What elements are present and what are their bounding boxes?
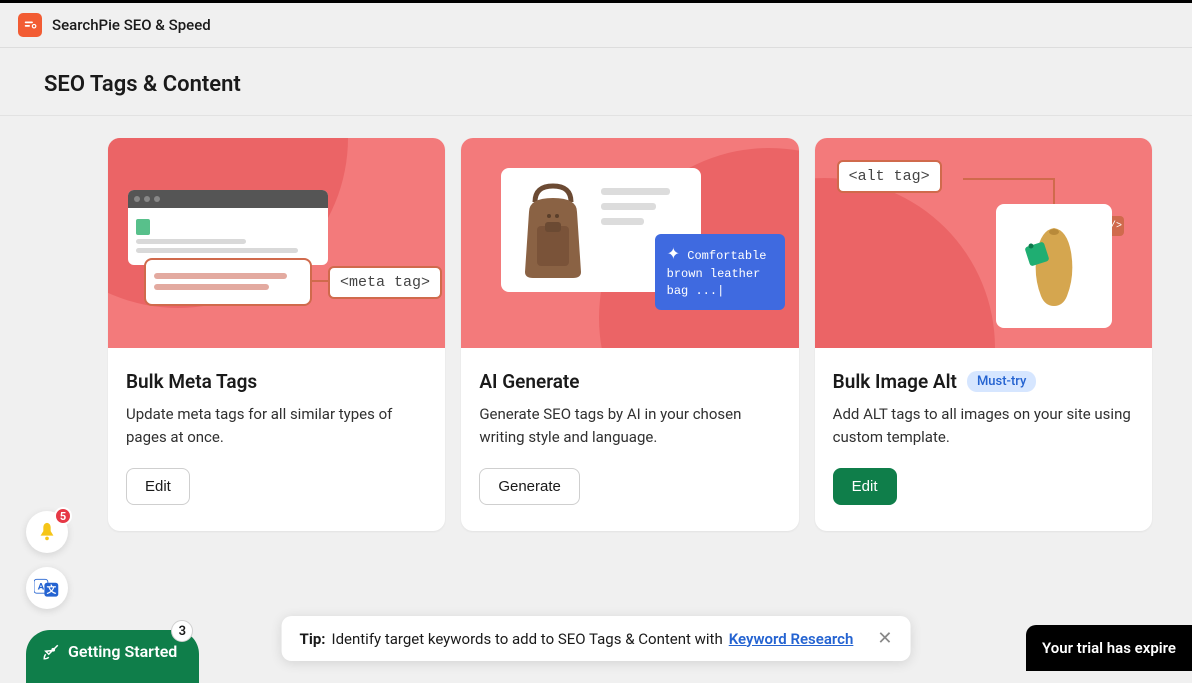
- card-illustration: <meta tag>: [108, 138, 445, 348]
- app-header: SearchPie SEO & Speed: [0, 3, 1192, 48]
- notification-count: 5: [54, 507, 72, 525]
- notification-button[interactable]: 5: [26, 511, 68, 553]
- ai-bubble: ✦ Comfortable brown leather bag ...|: [655, 234, 785, 310]
- app-name: SearchPie SEO & Speed: [52, 16, 211, 34]
- alt-tag-label: <alt tag>: [837, 160, 942, 193]
- close-icon[interactable]: ✕: [877, 628, 892, 649]
- svg-text:A: A: [38, 582, 45, 593]
- product-thumbnail: [996, 204, 1112, 328]
- edit-button[interactable]: Edit: [126, 468, 190, 505]
- trial-expired-banner[interactable]: Your trial has expire: [1026, 625, 1192, 671]
- edit-button[interactable]: Edit: [833, 468, 897, 505]
- card-illustration: <alt tag> </>: [815, 138, 1152, 348]
- card-desc: Update meta tags for all similar types o…: [126, 403, 427, 448]
- getting-started-count: 3: [171, 620, 193, 642]
- must-try-badge: Must-try: [967, 371, 1036, 392]
- tip-bar: Tip: Identify target keywords to add to …: [282, 616, 911, 661]
- sparkle-icon: ✦: [667, 246, 680, 264]
- card-ai-generate: ✦ Comfortable brown leather bag ...| AI …: [461, 138, 798, 531]
- card-bulk-meta-tags: <meta tag> Bulk Meta Tags Update meta ta…: [108, 138, 445, 531]
- translate-icon: A 文: [34, 577, 60, 599]
- rocket-icon: [42, 643, 60, 661]
- card-illustration: ✦ Comfortable brown leather bag ...|: [461, 138, 798, 348]
- generate-button[interactable]: Generate: [479, 468, 580, 505]
- card-title: AI Generate: [479, 370, 780, 393]
- meta-tag-label: <meta tag>: [328, 266, 442, 299]
- cards-row: <meta tag> Bulk Meta Tags Update meta ta…: [0, 116, 1192, 531]
- getting-started-button[interactable]: Getting Started 3: [26, 630, 199, 683]
- tip-text: Identify target keywords to add to SEO T…: [331, 630, 722, 648]
- keyword-research-link[interactable]: Keyword Research: [729, 630, 854, 648]
- card-bulk-image-alt: <alt tag> </> Bulk Image Alt Must-try Ad…: [815, 138, 1152, 531]
- getting-started-label: Getting Started: [68, 642, 177, 661]
- ai-bubble-text: Comfortable brown leather bag ...|: [667, 249, 767, 298]
- card-desc: Add ALT tags to all images on your site …: [833, 403, 1134, 448]
- svg-text:文: 文: [46, 584, 57, 596]
- language-button[interactable]: A 文: [26, 567, 68, 609]
- app-icon: [18, 13, 42, 37]
- page-title: SEO Tags & Content: [0, 48, 1192, 116]
- card-title-row: Bulk Image Alt Must-try: [833, 370, 1134, 393]
- card-desc: Generate SEO tags by AI in your chosen w…: [479, 403, 780, 448]
- bell-icon: [36, 521, 58, 543]
- tip-label: Tip:: [300, 630, 326, 648]
- card-title: Bulk Image Alt: [833, 370, 957, 393]
- card-title: Bulk Meta Tags: [126, 370, 427, 393]
